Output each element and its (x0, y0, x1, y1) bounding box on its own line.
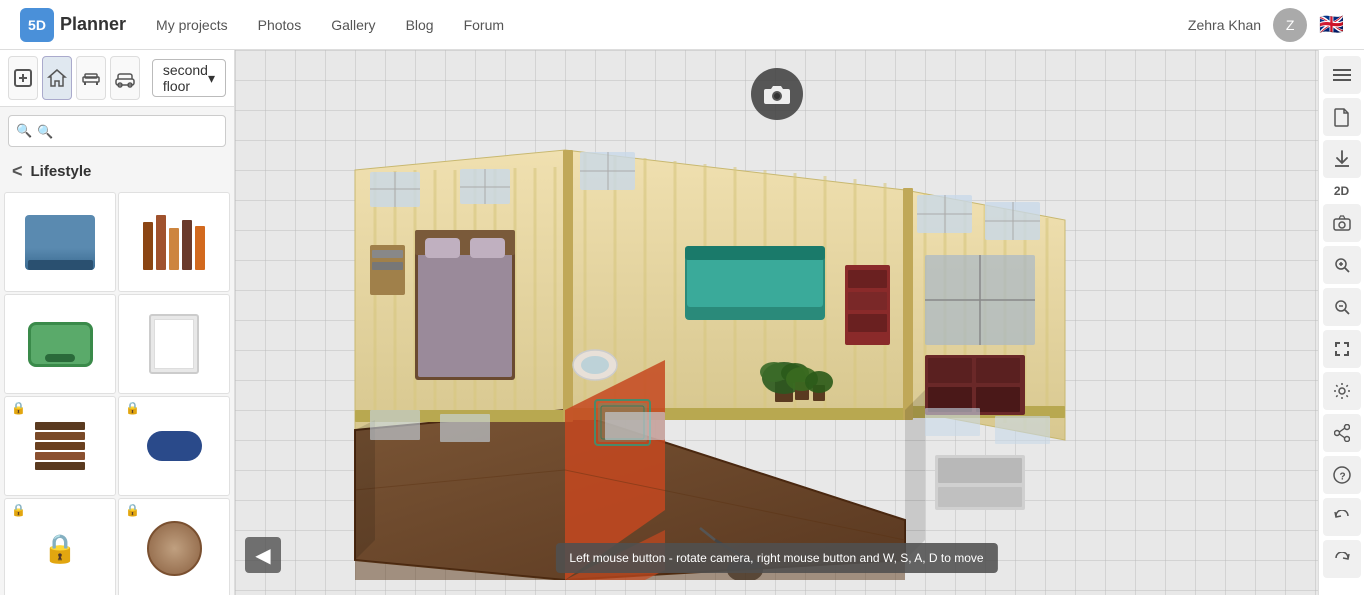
files-button[interactable] (1323, 98, 1361, 136)
camera-button[interactable] (751, 68, 803, 120)
logo-text: Planner (60, 14, 126, 35)
nav-my-projects[interactable]: My projects (156, 17, 228, 33)
language-flag[interactable]: 🇬🇧 (1319, 12, 1344, 37)
tool-new[interactable] (8, 56, 38, 100)
header-right: Zehra Khan Z 🇬🇧 (1188, 8, 1344, 42)
chevron-down-icon: ▾ (208, 70, 215, 87)
back-arrow-icon: < (12, 161, 23, 182)
list-item[interactable] (118, 294, 230, 394)
redo-button[interactable] (1323, 540, 1361, 578)
search-icon: 🔍 (16, 123, 32, 139)
main-layout: second floor ▾ 🔍 < Lifestyle (0, 50, 1364, 595)
lock-icon: 🔒 (11, 401, 26, 415)
list-item[interactable]: 🔒 🔒 (4, 498, 116, 595)
canvas-area[interactable]: ◀ Left mouse button - rotate camera, rig… (235, 50, 1318, 595)
right-sidebar: 2D ? (1318, 50, 1364, 595)
floor-selector[interactable]: second floor ▾ (152, 59, 226, 97)
floorplan (285, 90, 1145, 580)
logo[interactable]: 5D Planner (20, 8, 126, 42)
lock-icon: 🔒 (125, 401, 140, 415)
user-avatar[interactable]: Z (1273, 8, 1307, 42)
list-item[interactable]: 🔒 (118, 498, 230, 595)
sidebar-toolbar: second floor ▾ (0, 50, 234, 107)
list-item[interactable] (118, 192, 230, 292)
list-item[interactable] (4, 192, 116, 292)
search-input[interactable] (8, 115, 226, 147)
tool-home[interactable] (42, 56, 72, 100)
help-button[interactable]: ? (1323, 456, 1361, 494)
category-header[interactable]: < Lifestyle (0, 155, 234, 188)
tool-furniture[interactable] (76, 56, 106, 100)
lock-icon: 🔒 (125, 503, 140, 517)
lock-icon: 🔒 (11, 503, 26, 517)
settings-button[interactable] (1323, 372, 1361, 410)
share-button[interactable] (1323, 414, 1361, 452)
nav-blog[interactable]: Blog (406, 17, 434, 33)
sidebar: second floor ▾ 🔍 < Lifestyle (0, 50, 235, 595)
screenshot-button[interactable] (1323, 204, 1361, 242)
back-nav-button[interactable]: ◀ (245, 537, 281, 573)
svg-text:?: ? (1339, 472, 1345, 483)
search-bar: 🔍 (8, 115, 226, 147)
zoom-in-button[interactable] (1323, 246, 1361, 284)
nav-gallery[interactable]: Gallery (331, 17, 375, 33)
menu-button[interactable] (1323, 56, 1361, 94)
fullscreen-button[interactable] (1323, 330, 1361, 368)
user-name: Zehra Khan (1188, 17, 1261, 33)
tooltip-text: Left mouse button - rotate camera, right… (569, 551, 983, 565)
floor-selector-value: second floor (163, 62, 208, 94)
logo-icon: 5D (20, 8, 54, 42)
category-name: Lifestyle (31, 163, 92, 180)
2d-view-label[interactable]: 2D (1334, 184, 1349, 198)
header: 5D Planner My projects Photos Gallery Bl… (0, 0, 1364, 50)
list-item[interactable] (4, 294, 116, 394)
tooltip: Left mouse button - rotate camera, right… (555, 543, 997, 573)
list-item[interactable]: 🔒 (4, 396, 116, 496)
download-button[interactable] (1323, 140, 1361, 178)
nav-forum[interactable]: Forum (464, 17, 504, 33)
back-nav-icon: ◀ (255, 543, 270, 568)
nav-photos[interactable]: Photos (258, 17, 302, 33)
tool-objects[interactable] (110, 56, 140, 100)
items-grid: 🔒 🔒 🔒 🔒 🔒 (0, 188, 234, 595)
list-item[interactable]: 🔒 (118, 396, 230, 496)
zoom-out-button[interactable] (1323, 288, 1361, 326)
undo-button[interactable] (1323, 498, 1361, 536)
